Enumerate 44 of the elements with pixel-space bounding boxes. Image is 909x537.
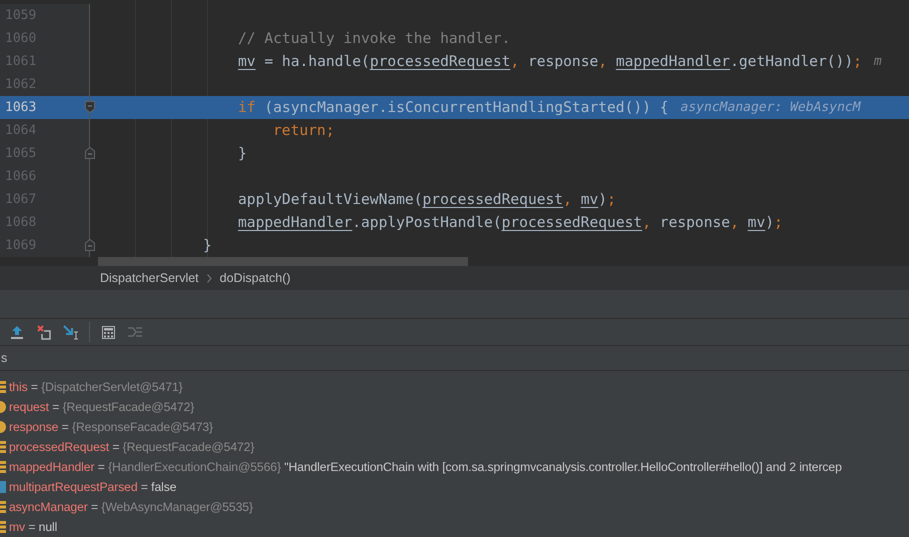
breadcrumb-item[interactable]: doDispatch() xyxy=(220,271,291,285)
code-line: applyDefaultViewName(processedRequest, mv); xyxy=(238,191,616,208)
breadcrumb-item[interactable]: DispatcherServlet xyxy=(100,271,199,285)
code-line: mv = ha.handle(processedRequest, response, mappedHandler.getHandler()); xyxy=(238,53,862,70)
variable-entry[interactable]: response = {ResponseFacade@5473} xyxy=(9,420,214,434)
primitive-icon xyxy=(0,481,6,493)
field-icon xyxy=(0,381,6,393)
scrollbar-thumb[interactable] xyxy=(98,257,468,266)
evaluate-button[interactable] xyxy=(99,323,117,341)
code-line: mappedHandler.applyPostHandle(processedRequest, response, mv); xyxy=(238,214,783,231)
code-line: return; xyxy=(273,122,335,139)
trace-icon xyxy=(128,326,142,338)
run-to-cursor-button[interactable] xyxy=(62,323,80,341)
drop-frame-button[interactable] xyxy=(35,323,53,341)
code-line: // Actually invoke the handler. xyxy=(238,30,510,47)
field-icon xyxy=(0,461,6,473)
variable-entry[interactable]: mv = null xyxy=(9,520,58,534)
code-line: } xyxy=(238,145,247,162)
code-line: } xyxy=(203,237,212,254)
panel-title: s xyxy=(1,351,8,365)
variable-entry[interactable]: asyncManager = {WebAsyncManager@5535} xyxy=(9,500,253,514)
variable-entry[interactable]: mappedHandler = {HandlerExecutionChain@5566} "HandlerExecutionChain with [com.sa.springmvcanalysis.controller.HelloController#hello()] and 2 intercep xyxy=(9,460,842,474)
parameter-icon xyxy=(0,401,6,413)
field-icon xyxy=(0,501,6,513)
inline-value-hint: m xyxy=(874,54,882,69)
run-to-cursor-icon xyxy=(63,324,79,340)
step-out-icon xyxy=(10,325,24,339)
field-icon xyxy=(0,521,6,533)
fold-marker-icon[interactable] xyxy=(85,147,95,159)
code-line: if (asyncManager.isConcurrentHandlingStarted()) { xyxy=(238,99,669,116)
parameter-icon xyxy=(0,421,6,433)
line-number: 1063 xyxy=(4,100,36,115)
step-out-button[interactable] xyxy=(8,323,26,341)
variable-entry[interactable]: this = {DispatcherServlet@5471} xyxy=(9,380,183,394)
chevron-icon xyxy=(206,274,212,282)
fold-marker-icon[interactable] xyxy=(85,239,95,251)
fold-marker-icon[interactable] xyxy=(85,101,95,113)
inline-value-hint: asyncManager: WebAsyncM xyxy=(680,100,861,115)
calculator-icon xyxy=(102,326,114,338)
variable-entry[interactable]: multipartRequestParsed = false xyxy=(9,480,176,494)
field-icon xyxy=(0,441,6,453)
variable-entry[interactable]: request = {RequestFacade@5472} xyxy=(9,400,194,414)
drop-frame-icon xyxy=(36,324,52,340)
variable-entry[interactable]: processedRequest = {RequestFacade@5472} xyxy=(9,440,254,454)
